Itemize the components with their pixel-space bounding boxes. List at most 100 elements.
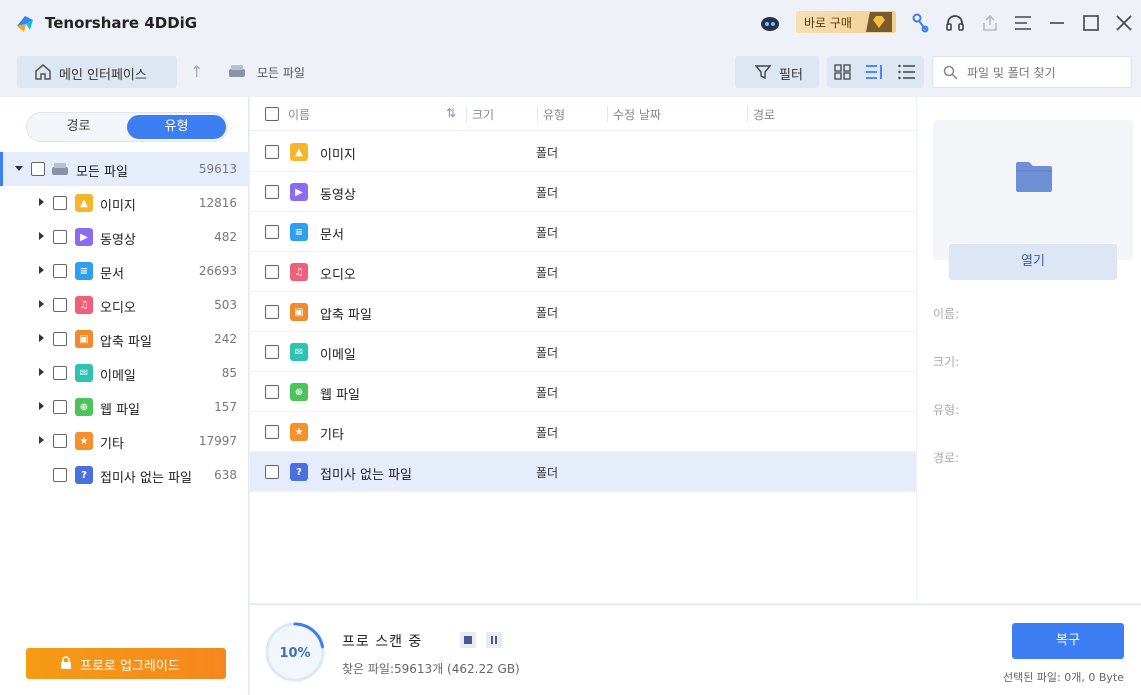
tree-count: 482	[214, 230, 237, 244]
expand-caret-icon[interactable]	[39, 368, 44, 376]
table-row[interactable]: ★ 기타 폴더	[250, 412, 916, 452]
table-header: 이름 ⇅ 크기 유형 수정 날짜 경로	[250, 97, 916, 131]
share-icon[interactable]	[979, 12, 1001, 34]
tree-item[interactable]: ? 접미사 없는 파일 638	[0, 458, 249, 492]
column-divider	[537, 106, 538, 122]
tree-count: 503	[214, 298, 237, 312]
sort-icon[interactable]: ⇅	[446, 106, 456, 120]
pause-button[interactable]	[486, 632, 502, 648]
column-name[interactable]: 이름	[288, 106, 310, 123]
detail-view-icon[interactable]	[865, 64, 883, 80]
breadcrumb[interactable]: 모든 파일	[257, 64, 305, 81]
tree-count: 26693	[198, 264, 237, 278]
tree-item[interactable]: ♫ 오디오 503	[0, 288, 249, 322]
grid-view-icon[interactable]	[834, 64, 852, 80]
table-row[interactable]: ⊕ 웹 파일 폴더	[250, 372, 916, 412]
scan-title: 프로 스캔 중	[342, 634, 423, 650]
table-row[interactable]: ▶ 동영상 폴더	[250, 172, 916, 212]
tree-item[interactable]: ≡ 문서 26693	[0, 254, 249, 288]
file-name: 이미지	[320, 148, 356, 163]
home-button[interactable]: 메인 인터페이스	[17, 56, 177, 88]
recover-button[interactable]: 복구	[1012, 623, 1124, 659]
table-row[interactable]: ♫ 오디오 폴더	[250, 252, 916, 292]
tree-item[interactable]: ▣ 압축 파일 242	[0, 322, 249, 356]
tree-item[interactable]: ✉ 이메일 85	[0, 356, 249, 390]
type-tab[interactable]: 유형	[127, 115, 226, 139]
stop-button[interactable]	[460, 632, 476, 648]
tree-label: 이미지	[100, 199, 136, 214]
table-row[interactable]: ✉ 이메일 폴더	[250, 332, 916, 372]
select-all-checkbox[interactable]	[265, 107, 279, 121]
row-checkbox[interactable]	[265, 305, 279, 319]
diamond-icon	[866, 12, 892, 32]
open-button[interactable]: 열기	[949, 244, 1117, 280]
minimize-icon[interactable]	[1046, 12, 1068, 34]
collapse-caret-icon[interactable]	[15, 166, 23, 171]
row-checkbox[interactable]	[265, 145, 279, 159]
detail-type-label: 유형:	[933, 403, 960, 417]
checkbox[interactable]	[53, 400, 67, 414]
checkbox[interactable]	[53, 264, 67, 278]
tree-label: 모든 파일	[76, 165, 128, 180]
checkbox[interactable]	[53, 332, 67, 346]
row-checkbox[interactable]	[265, 345, 279, 359]
tree-label: 압축 파일	[100, 335, 152, 350]
support-headset-icon[interactable]	[944, 12, 966, 34]
table-row[interactable]: ≡ 문서 폴더	[250, 212, 916, 252]
row-checkbox[interactable]	[265, 225, 279, 239]
expand-caret-icon[interactable]	[39, 232, 44, 240]
folder-type-icon: ▶	[290, 183, 308, 201]
detail-panel: 열기 이름: 크기: 유형: 경로:	[917, 97, 1141, 603]
expand-caret-icon[interactable]	[39, 334, 44, 342]
category-icon: ⊕	[75, 398, 93, 416]
tree-item[interactable]: ⊕ 웹 파일 157	[0, 390, 249, 424]
checkbox[interactable]	[53, 434, 67, 448]
expand-caret-icon[interactable]	[39, 198, 44, 206]
category-icon: ♫	[75, 296, 93, 314]
row-checkbox[interactable]	[265, 265, 279, 279]
checkbox[interactable]	[31, 162, 45, 176]
table-row[interactable]: ▲ 이미지 폴더	[250, 132, 916, 172]
row-checkbox[interactable]	[265, 185, 279, 199]
tree-item[interactable]: ▲ 이미지 12816	[0, 186, 249, 220]
close-icon[interactable]	[1113, 12, 1135, 34]
tree-item[interactable]: ★ 기타 17997	[0, 424, 249, 458]
table-row[interactable]: ▣ 압축 파일 폴더	[250, 292, 916, 332]
expand-caret-icon[interactable]	[39, 300, 44, 308]
key-icon[interactable]	[909, 12, 931, 34]
expand-caret-icon[interactable]	[39, 402, 44, 410]
search-input[interactable]	[967, 63, 1125, 83]
column-size[interactable]: 크기	[472, 106, 494, 123]
checkbox[interactable]	[53, 298, 67, 312]
checkbox[interactable]	[53, 230, 67, 244]
tree-item-all-files[interactable]: 모든 파일 59613	[0, 152, 249, 186]
row-checkbox[interactable]	[265, 385, 279, 399]
list-view-icon[interactable]	[898, 64, 916, 80]
tree-item[interactable]: ▶ 동영상 482	[0, 220, 249, 254]
expand-caret-icon[interactable]	[39, 266, 44, 274]
filter-button[interactable]: 필터	[735, 56, 819, 88]
folder-type-icon: ⊕	[290, 383, 308, 401]
table-row[interactable]: ? 접미사 없는 파일 폴더	[250, 452, 916, 492]
menu-icon[interactable]	[1012, 12, 1034, 34]
robot-icon[interactable]	[759, 12, 781, 34]
row-checkbox[interactable]	[265, 425, 279, 439]
expand-caret-icon[interactable]	[39, 436, 44, 444]
maximize-icon[interactable]	[1080, 12, 1102, 34]
filter-icon	[755, 65, 771, 80]
buy-now-button[interactable]: 바로 구매	[796, 11, 896, 33]
category-sidebar: 경로 유형 모든 파일 59613 ▲ 이미지 12816 ▶ 동영상 482 ≡ 문서 266…	[0, 97, 249, 695]
buy-now-label: 바로 구매	[804, 16, 852, 30]
checkbox[interactable]	[53, 366, 67, 380]
column-path[interactable]: 경로	[753, 106, 775, 123]
upgrade-label: 프로로 업그레이드	[80, 659, 180, 674]
upgrade-button[interactable]: 프로로 업그레이드	[26, 648, 226, 679]
path-tab[interactable]: 경로	[29, 115, 128, 139]
up-arrow-icon[interactable]: ↑	[190, 62, 203, 81]
checkbox[interactable]	[53, 468, 67, 482]
category-icon: ▣	[75, 330, 93, 348]
row-checkbox[interactable]	[265, 465, 279, 479]
column-modified[interactable]: 수정 날짜	[613, 106, 661, 123]
column-type[interactable]: 유형	[543, 106, 565, 123]
checkbox[interactable]	[53, 196, 67, 210]
